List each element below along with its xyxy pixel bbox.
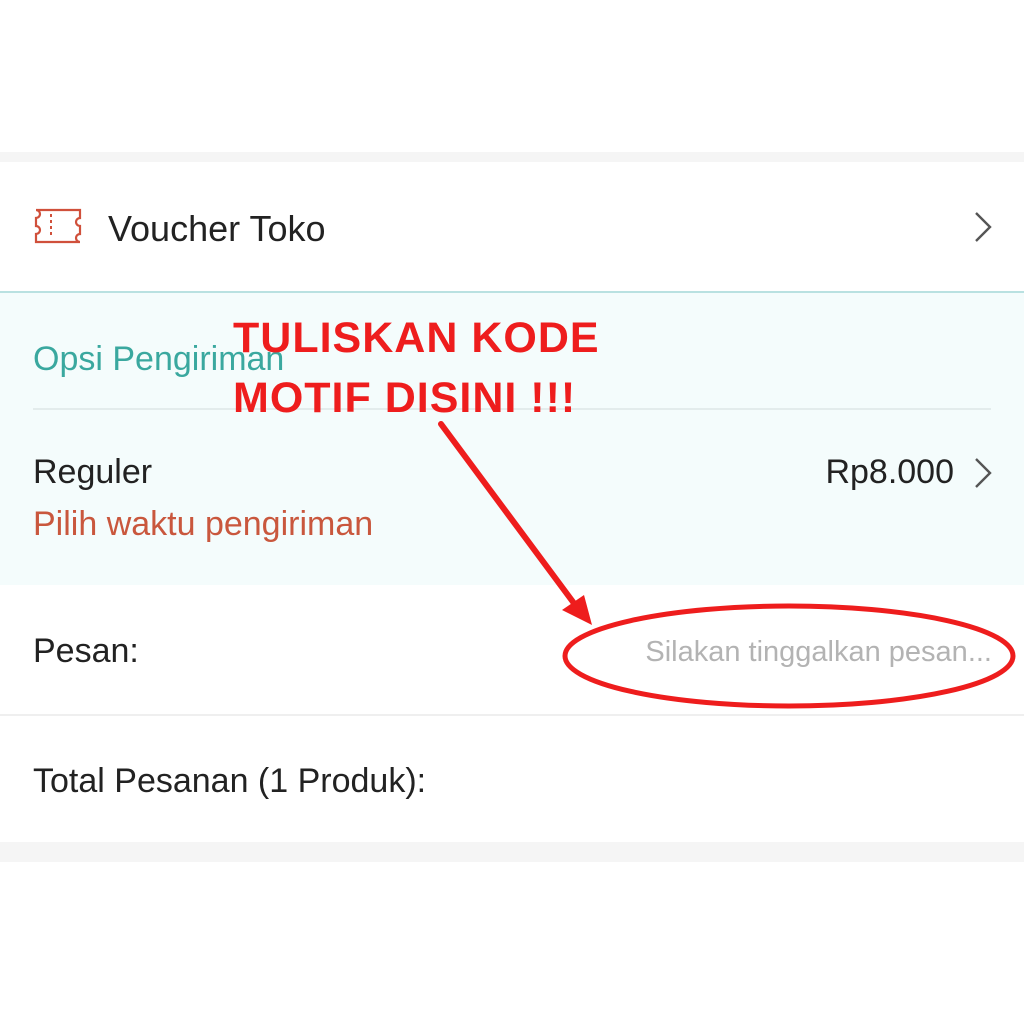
annotation-line-2: MOTIF DISINI !!! <box>233 374 577 422</box>
shipping-price[interactable]: Rp8.000 <box>825 453 954 492</box>
voucher-label: Voucher Toko <box>108 208 326 249</box>
message-label: Pesan: <box>33 632 139 670</box>
divider <box>0 714 1024 716</box>
annotation-text: TULISKAN KODE MOTIF DISINI !!! <box>233 308 600 428</box>
chevron-right-icon[interactable] <box>973 211 993 243</box>
top-blank-area <box>0 0 1024 152</box>
annotation-line-1: TULISKAN KODE <box>233 314 600 362</box>
order-total-label: Total Pesanan (1 Produk): <box>33 762 427 800</box>
delivery-time-link[interactable]: Pilih waktu pengiriman <box>33 505 373 544</box>
section-gap <box>0 152 1024 162</box>
message-input[interactable] <box>592 630 992 674</box>
section-gap <box>0 842 1024 862</box>
chevron-right-icon[interactable] <box>973 457 993 489</box>
ticket-icon <box>34 208 82 244</box>
shipping-method[interactable]: Reguler <box>33 453 152 492</box>
